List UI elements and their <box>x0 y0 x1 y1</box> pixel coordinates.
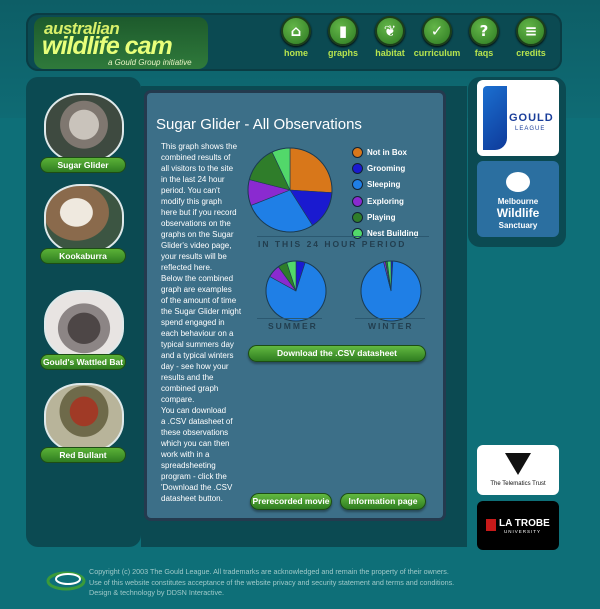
caption-rule <box>257 318 322 319</box>
sanctuary-line2: Wildlife <box>496 206 540 220</box>
platypus-icon <box>506 172 530 192</box>
gould-league-logo[interactable]: GOULD LEAGUE <box>477 80 559 156</box>
chart-legend: Not in Box Grooming Sleeping Exploring Playi… <box>352 147 419 244</box>
telematics-trust-logo[interactable]: The Telematics Trust <box>477 445 559 495</box>
sanctuary-line1: Melbourne <box>497 197 539 206</box>
footer-text: Copyright (c) 2003 The Gould League. All… <box>89 567 509 599</box>
pie-chart-summer <box>265 260 327 322</box>
caption-winter: WINTER <box>368 321 414 331</box>
information-page-button[interactable]: Information page <box>340 493 426 510</box>
prerecorded-movie-button[interactable]: Prerecorded movie <box>250 493 332 510</box>
footer-copyright: Copyright (c) 2003 The Gould League. All… <box>89 567 449 576</box>
telematics-v-icon <box>505 453 531 475</box>
gould-swoosh-icon <box>46 571 86 591</box>
telematics-text: The Telematics Trust <box>490 481 546 487</box>
pie-chart-24-hour <box>247 147 333 233</box>
legend-item: Grooming <box>352 163 419 179</box>
legend-label: Grooming <box>367 164 406 174</box>
legend-swatch <box>352 147 363 158</box>
la-trobe-subtext: UNIVERSITY <box>504 529 542 534</box>
caption-rule <box>257 236 429 237</box>
legend-label: Exploring <box>367 196 404 206</box>
gould-league-subtext: LEAGUE <box>515 126 546 132</box>
legend-swatch <box>352 163 363 175</box>
download-csv-button[interactable]: Download the .CSV datasheet <box>248 345 426 362</box>
la-trobe-text: LA TROBE <box>499 518 550 529</box>
legend-swatch <box>352 179 363 191</box>
legend-item: Playing <box>352 211 419 228</box>
legend-swatch <box>352 211 363 223</box>
legend-swatch <box>352 227 363 239</box>
caption-rule <box>355 318 425 319</box>
gould-league-text: GOULD <box>509 112 554 124</box>
la-trobe-emblem <box>486 519 496 531</box>
pie-slice-not-in-box <box>289 147 333 193</box>
legend-item: Exploring <box>352 195 419 212</box>
caption-summer: SUMMER <box>268 321 318 331</box>
pie-chart-winter <box>360 260 422 322</box>
caption-24-hour: IN THIS 24 HOUR PERIOD <box>258 239 407 249</box>
footer-credits: Design & technology by DDSN Interactive. <box>89 588 225 597</box>
legend-item: Sleeping <box>352 179 419 195</box>
legend-label: Sleeping <box>367 180 401 190</box>
gould-league-emblem <box>483 86 507 150</box>
la-trobe-logo[interactable]: LA TROBE UNIVERSITY <box>477 501 559 550</box>
legend-label: Playing <box>367 212 396 222</box>
sanctuary-line3: Sanctuary <box>498 221 538 230</box>
legend-item: Not in Box <box>352 147 419 163</box>
legend-label: Not in Box <box>367 148 407 157</box>
melbourne-wildlife-sanctuary-logo[interactable]: Melbourne Wildlife Sanctuary <box>477 161 559 237</box>
footer-terms[interactable]: Use of this website constitutes acceptan… <box>89 578 509 589</box>
legend-swatch <box>352 195 363 207</box>
